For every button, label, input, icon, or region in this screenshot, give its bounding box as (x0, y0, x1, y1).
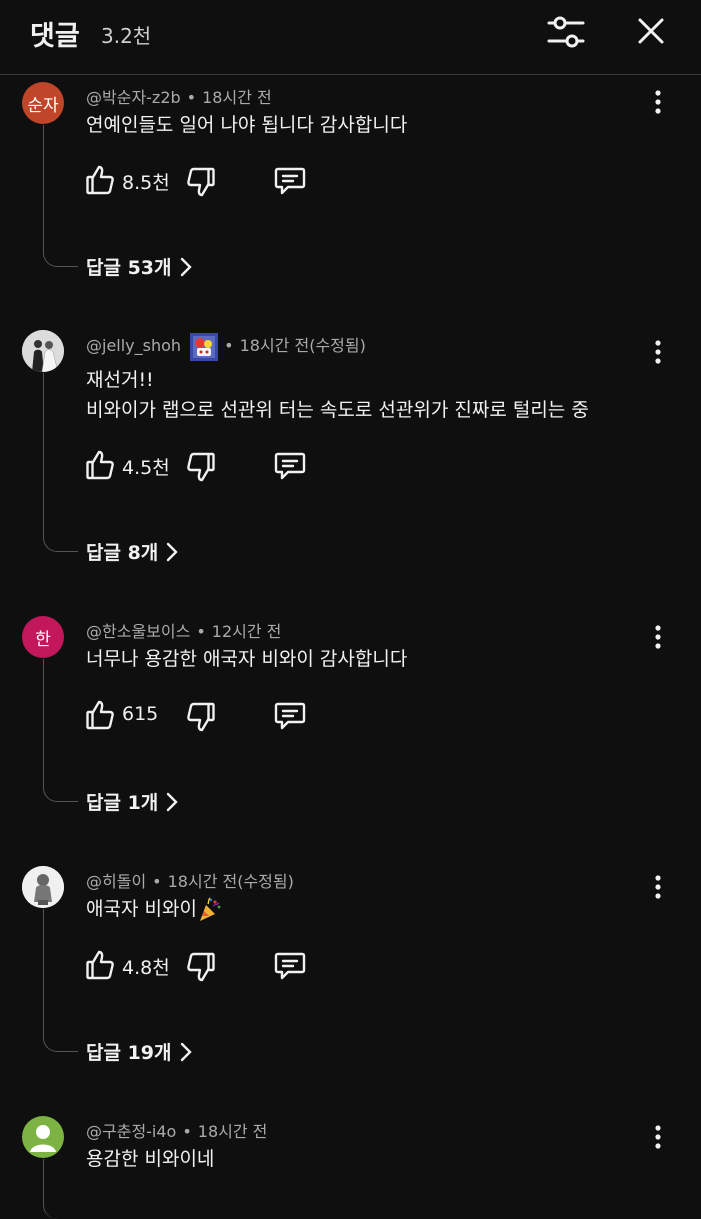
reply-icon[interactable] (274, 951, 306, 981)
like-count: 4.5천 (122, 457, 170, 479)
avatar[interactable] (22, 866, 64, 908)
more-options-icon[interactable] (648, 1123, 668, 1151)
close-icon[interactable] (634, 14, 668, 48)
reply-icon[interactable] (274, 166, 306, 196)
comment-actions: 4.5천 (86, 449, 346, 483)
comment-author[interactable]: @구춘정-i4o (86, 1122, 176, 1141)
like-icon[interactable] (86, 449, 114, 481)
comment-text-content: 애국자 비와이 (86, 898, 197, 920)
comment-text-line: 비와이가 랩으로 선관위 터는 속도로 선관위가 진짜로 털리는 중 (86, 399, 589, 421)
reply-icon[interactable] (274, 701, 306, 731)
replies-label: 답글 53개 (86, 257, 172, 279)
view-replies-button[interactable]: 답글 8개 (86, 538, 178, 565)
like-icon[interactable] (86, 699, 114, 731)
like-count: 4.8천 (122, 957, 170, 979)
comments-title: 댓글 (30, 21, 80, 52)
chevron-right-icon (167, 792, 178, 811)
like-icon[interactable] (86, 949, 114, 981)
like-count: 615 (122, 703, 159, 725)
view-replies-button[interactable]: 답글 53개 (86, 253, 192, 280)
thread-line (43, 1159, 78, 1219)
more-options-icon[interactable] (648, 623, 668, 651)
chevron-right-icon (180, 257, 192, 276)
comment-text: 용감한 비와이네 (86, 1148, 215, 1170)
replies-label: 답글 1개 (86, 792, 159, 814)
thread-line (43, 909, 78, 1052)
dislike-icon[interactable] (186, 701, 216, 733)
default-user-icon (30, 1125, 56, 1152)
comments-count: 3.2천 (101, 24, 152, 48)
comment-text-line: 재선거!! (86, 369, 154, 391)
comment-actions: 8.5천 (86, 164, 346, 198)
dislike-icon[interactable] (186, 951, 216, 983)
thread-line (43, 125, 78, 267)
comment-actions: 615 (86, 699, 346, 733)
sort-filter-icon[interactable] (546, 13, 586, 51)
like-icon[interactable] (86, 164, 114, 196)
more-options-icon[interactable] (648, 88, 668, 116)
comment-text: 너무나 용감한 애국자 비와이 감사합니다 (86, 648, 408, 670)
comment-author[interactable]: @히돌이 (86, 872, 146, 891)
reply-icon[interactable] (274, 451, 306, 481)
replies-label: 답글 8개 (86, 542, 159, 564)
avatar-text: 한 (35, 629, 51, 650)
view-replies-button[interactable]: 답글 19개 (86, 1038, 192, 1065)
comment-author[interactable]: @박순자-z2b (86, 88, 181, 107)
member-badge-icon (190, 332, 219, 361)
dislike-icon[interactable] (186, 451, 216, 483)
comment-meta: @히돌이 • 18시간 전(수정됨) (86, 872, 294, 891)
dislike-icon[interactable] (186, 166, 216, 198)
avatar[interactable] (22, 330, 64, 372)
avatar[interactable] (22, 1116, 64, 1158)
chevron-right-icon (180, 1042, 192, 1061)
more-options-icon[interactable] (648, 338, 668, 366)
comment-meta: @jelly_shoh • 18시간 전(수정됨) (86, 332, 366, 361)
party-popper-icon (197, 897, 223, 923)
statue-photo-icon (22, 866, 64, 908)
comment-time: 18시간 전 (202, 88, 272, 107)
comment-time: 18시간 전 (197, 1122, 268, 1141)
comments-header: 댓글 3.2천 (0, 0, 701, 75)
avatar-text: 순자 (27, 95, 59, 116)
view-replies-button[interactable]: 답글 1개 (86, 788, 178, 815)
comment-meta: @구춘정-i4o • 18시간 전 (86, 1122, 268, 1141)
comment-author[interactable]: @한소울보이스 (86, 622, 190, 641)
chevron-right-icon (167, 542, 178, 561)
thread-line (43, 659, 78, 802)
thread-line (43, 373, 78, 552)
comment-actions: 4.8천 (86, 949, 346, 983)
replies-label: 답글 19개 (86, 1042, 172, 1064)
comment-author[interactable]: @jelly_shoh (86, 336, 181, 355)
comment-text: 애국자 비와이 (86, 895, 223, 923)
comment-time: 18시간 전(수정됨) (167, 872, 294, 891)
comment-meta: @한소울보이스 • 12시간 전 (86, 622, 282, 641)
more-options-icon[interactable] (648, 873, 668, 901)
avatar[interactable]: 한 (22, 616, 64, 658)
comment-time: 18시간 전(수정됨) (239, 336, 366, 355)
avatar[interactable]: 순자 (22, 82, 64, 124)
comment-meta: @박순자-z2b • 18시간 전 (86, 88, 272, 107)
comment-text: 연예인들도 일어 나야 됩니다 감사합니다 (86, 114, 408, 136)
wedding-photo-icon (22, 330, 64, 372)
like-count: 8.5천 (122, 172, 170, 194)
comment-time: 12시간 전 (211, 622, 282, 641)
